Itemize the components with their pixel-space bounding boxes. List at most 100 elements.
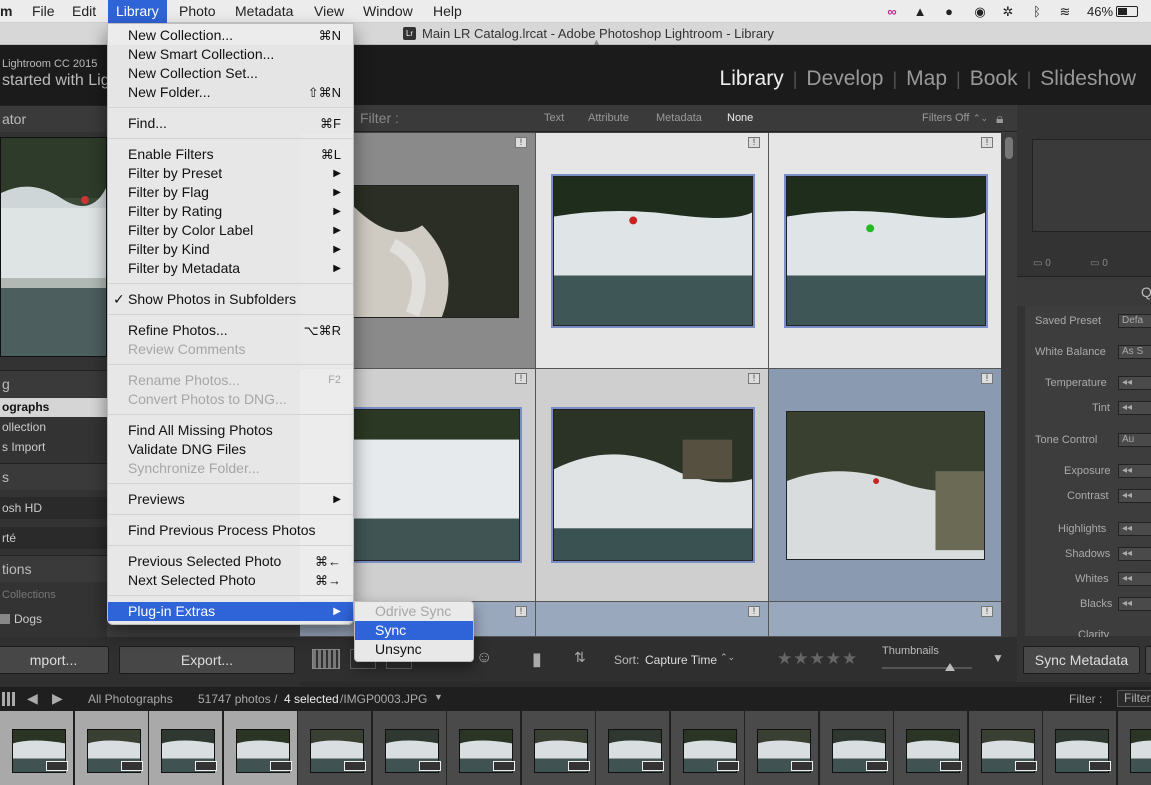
thumbnail-image[interactable]	[784, 174, 988, 328]
menu-window[interactable]: Window	[355, 0, 421, 23]
menu-item-filter-by-rating[interactable]: Filter by Rating ▶	[108, 202, 353, 221]
module-slideshow[interactable]: Slideshow	[1031, 67, 1145, 91]
thumbnail-image[interactable]	[551, 174, 755, 328]
filter-tab-attribute[interactable]: Attribute	[588, 105, 629, 132]
shadows-stepper[interactable]: ◂◂	[1118, 547, 1151, 561]
collections-header[interactable]: tions	[0, 555, 107, 582]
filmstrip-cell[interactable]	[894, 711, 968, 785]
menu-item-validate-dng[interactable]: Validate DNG Files	[108, 440, 353, 459]
grid-cell-9[interactable]: !	[769, 602, 1002, 637]
back-arrow-icon[interactable]: ◀	[27, 690, 38, 707]
white-balance-dropdown[interactable]: As S	[1118, 345, 1151, 359]
menu-item-filter-by-metadata[interactable]: Filter by Metadata ▶	[108, 259, 353, 278]
thumbnail-image[interactable]	[551, 407, 755, 563]
submenu-item-unsync[interactable]: Unsync	[355, 640, 473, 659]
sort-direction-icon[interactable]: ⇅	[574, 649, 586, 666]
menu-item-show-photos-in-subfolders[interactable]: ✓ Show Photos in Subfolders	[108, 290, 353, 309]
menu-item-new-collection-set[interactable]: New Collection Set...	[108, 64, 353, 83]
filmstrip-cell[interactable]	[372, 711, 447, 785]
module-map[interactable]: Map	[897, 67, 956, 91]
menu-item-refine-photos[interactable]: Refine Photos... ⌥⌘R	[108, 321, 353, 340]
menu-edit[interactable]: Edit	[64, 0, 104, 23]
filmstrip-cell[interactable]	[968, 711, 1043, 785]
menu-item-find-previous-process[interactable]: Find Previous Process Photos	[108, 521, 353, 540]
filter-tab-text[interactable]: Text	[544, 105, 564, 132]
catalog-previous-import[interactable]: s Import	[0, 438, 107, 457]
grid-toggle-icon[interactable]	[2, 692, 16, 706]
navigator-preview[interactable]	[0, 137, 107, 357]
selected-file-name[interactable]: /IMGP0003.JPG	[340, 692, 427, 706]
histogram[interactable]	[1032, 139, 1151, 232]
filmstrip-cell[interactable]	[745, 711, 819, 785]
menu-item-new-collection[interactable]: New Collection... ⌘N	[108, 26, 353, 45]
folders-header[interactable]: s	[0, 463, 107, 490]
sync-settings-button[interactable]	[1145, 646, 1151, 674]
menu-view[interactable]: View	[306, 0, 352, 23]
filmstrip-thumbnail[interactable]	[1129, 729, 1151, 773]
catalog-header[interactable]: g	[0, 370, 107, 397]
module-book[interactable]: Book	[961, 67, 1027, 91]
thumbnail-image[interactable]	[350, 407, 522, 563]
forward-arrow-icon[interactable]: ▶	[52, 690, 63, 707]
collections-filter[interactable]: Collections	[0, 586, 107, 605]
grid-cell-2[interactable]: !	[536, 133, 769, 369]
lock-icon[interactable]: 🔒︎	[996, 105, 1003, 132]
bluetooth-icon[interactable]: ᛒ	[1029, 4, 1045, 19]
menu-item-next-selected-photo[interactable]: Next Selected Photo ⌘→	[108, 571, 353, 590]
filmstrip-cell[interactable]	[1043, 711, 1117, 785]
sort-dropdown[interactable]: Capture Time	[645, 653, 717, 667]
contrast-stepper[interactable]: ◂◂	[1118, 489, 1151, 503]
painter-icon[interactable]: ▮	[532, 649, 542, 670]
grid-cell-6[interactable]: !	[769, 369, 1002, 602]
filter-tab-metadata[interactable]: Metadata	[656, 105, 702, 132]
exposure-stepper[interactable]: ◂◂	[1118, 464, 1151, 478]
sync-metadata-button[interactable]: Sync Metadata	[1023, 646, 1140, 674]
filmstrip-cell[interactable]	[223, 711, 298, 785]
eye-icon[interactable]: ◉	[972, 4, 988, 19]
grid-cell-8[interactable]: !	[536, 602, 769, 637]
thumbnail-size-slider[interactable]	[882, 663, 972, 671]
import-button[interactable]: mport...	[0, 646, 109, 674]
drive-icon[interactable]: ▲	[912, 4, 928, 19]
catalog-all-photographs[interactable]: ographs	[0, 398, 107, 417]
filmstrip-cell[interactable]	[74, 711, 149, 785]
grid-cell-3[interactable]: !	[769, 133, 1002, 369]
filmstrip-cell[interactable]	[521, 711, 596, 785]
grid-view-icon[interactable]	[312, 649, 340, 669]
thumbnail-image[interactable]	[786, 411, 985, 560]
app-menu[interactable]: m	[0, 0, 20, 23]
toolbar-menu-chevron-icon[interactable]: ▼	[992, 651, 1004, 665]
module-library[interactable]: Library	[711, 67, 793, 91]
menu-library[interactable]: Library	[108, 0, 167, 23]
menu-item-enable-filters[interactable]: Enable Filters ⌘L	[108, 145, 353, 164]
menu-item-filter-by-preset[interactable]: Filter by Preset ▶	[108, 164, 353, 183]
filmstrip-cell[interactable]	[298, 711, 372, 785]
filmstrip-cell[interactable]	[596, 711, 670, 785]
filmstrip-source[interactable]: All Photographs	[88, 692, 173, 706]
volume-second[interactable]: rté	[0, 527, 107, 549]
whites-stepper[interactable]: ◂◂	[1118, 572, 1151, 586]
menu-item-previews[interactable]: Previews ▶	[108, 490, 353, 509]
menu-item-plugin-extras[interactable]: Plug-in Extras ▶	[108, 602, 353, 621]
filmstrip-cell[interactable]	[670, 711, 745, 785]
menu-item-filter-by-color-label[interactable]: Filter by Color Label ▶	[108, 221, 353, 240]
highlights-stepper[interactable]: ◂◂	[1118, 522, 1151, 536]
menu-item-filter-by-flag[interactable]: Filter by Flag ▶	[108, 183, 353, 202]
blacks-stepper[interactable]: ◂◂	[1118, 597, 1151, 611]
filmstrip-cell[interactable]	[0, 711, 74, 785]
vpn-icon[interactable]: ✲	[1000, 4, 1016, 19]
menu-file[interactable]: File	[24, 0, 63, 23]
grid-scrollbar[interactable]	[1001, 133, 1017, 637]
auto-tone-button[interactable]: Au	[1118, 433, 1151, 447]
creative-cloud-icon[interactable]: ∞	[884, 4, 900, 19]
submenu-item-sync[interactable]: Sync	[355, 621, 473, 640]
wifi-icon[interactable]: ≋	[1057, 4, 1073, 19]
rating-stars-icon[interactable]: ★★★★★	[777, 649, 858, 669]
filmstrip-cell[interactable]	[1117, 711, 1151, 785]
tint-stepper[interactable]: ◂◂	[1118, 401, 1151, 415]
quick-develop-header[interactable]: Q	[1017, 276, 1151, 306]
menu-metadata[interactable]: Metadata	[227, 0, 301, 23]
menu-item-previous-selected-photo[interactable]: Previous Selected Photo ⌘←	[108, 552, 353, 571]
catalog-quick-collection[interactable]: ollection	[0, 418, 107, 437]
menu-item-new-smart-collection[interactable]: New Smart Collection...	[108, 45, 353, 64]
